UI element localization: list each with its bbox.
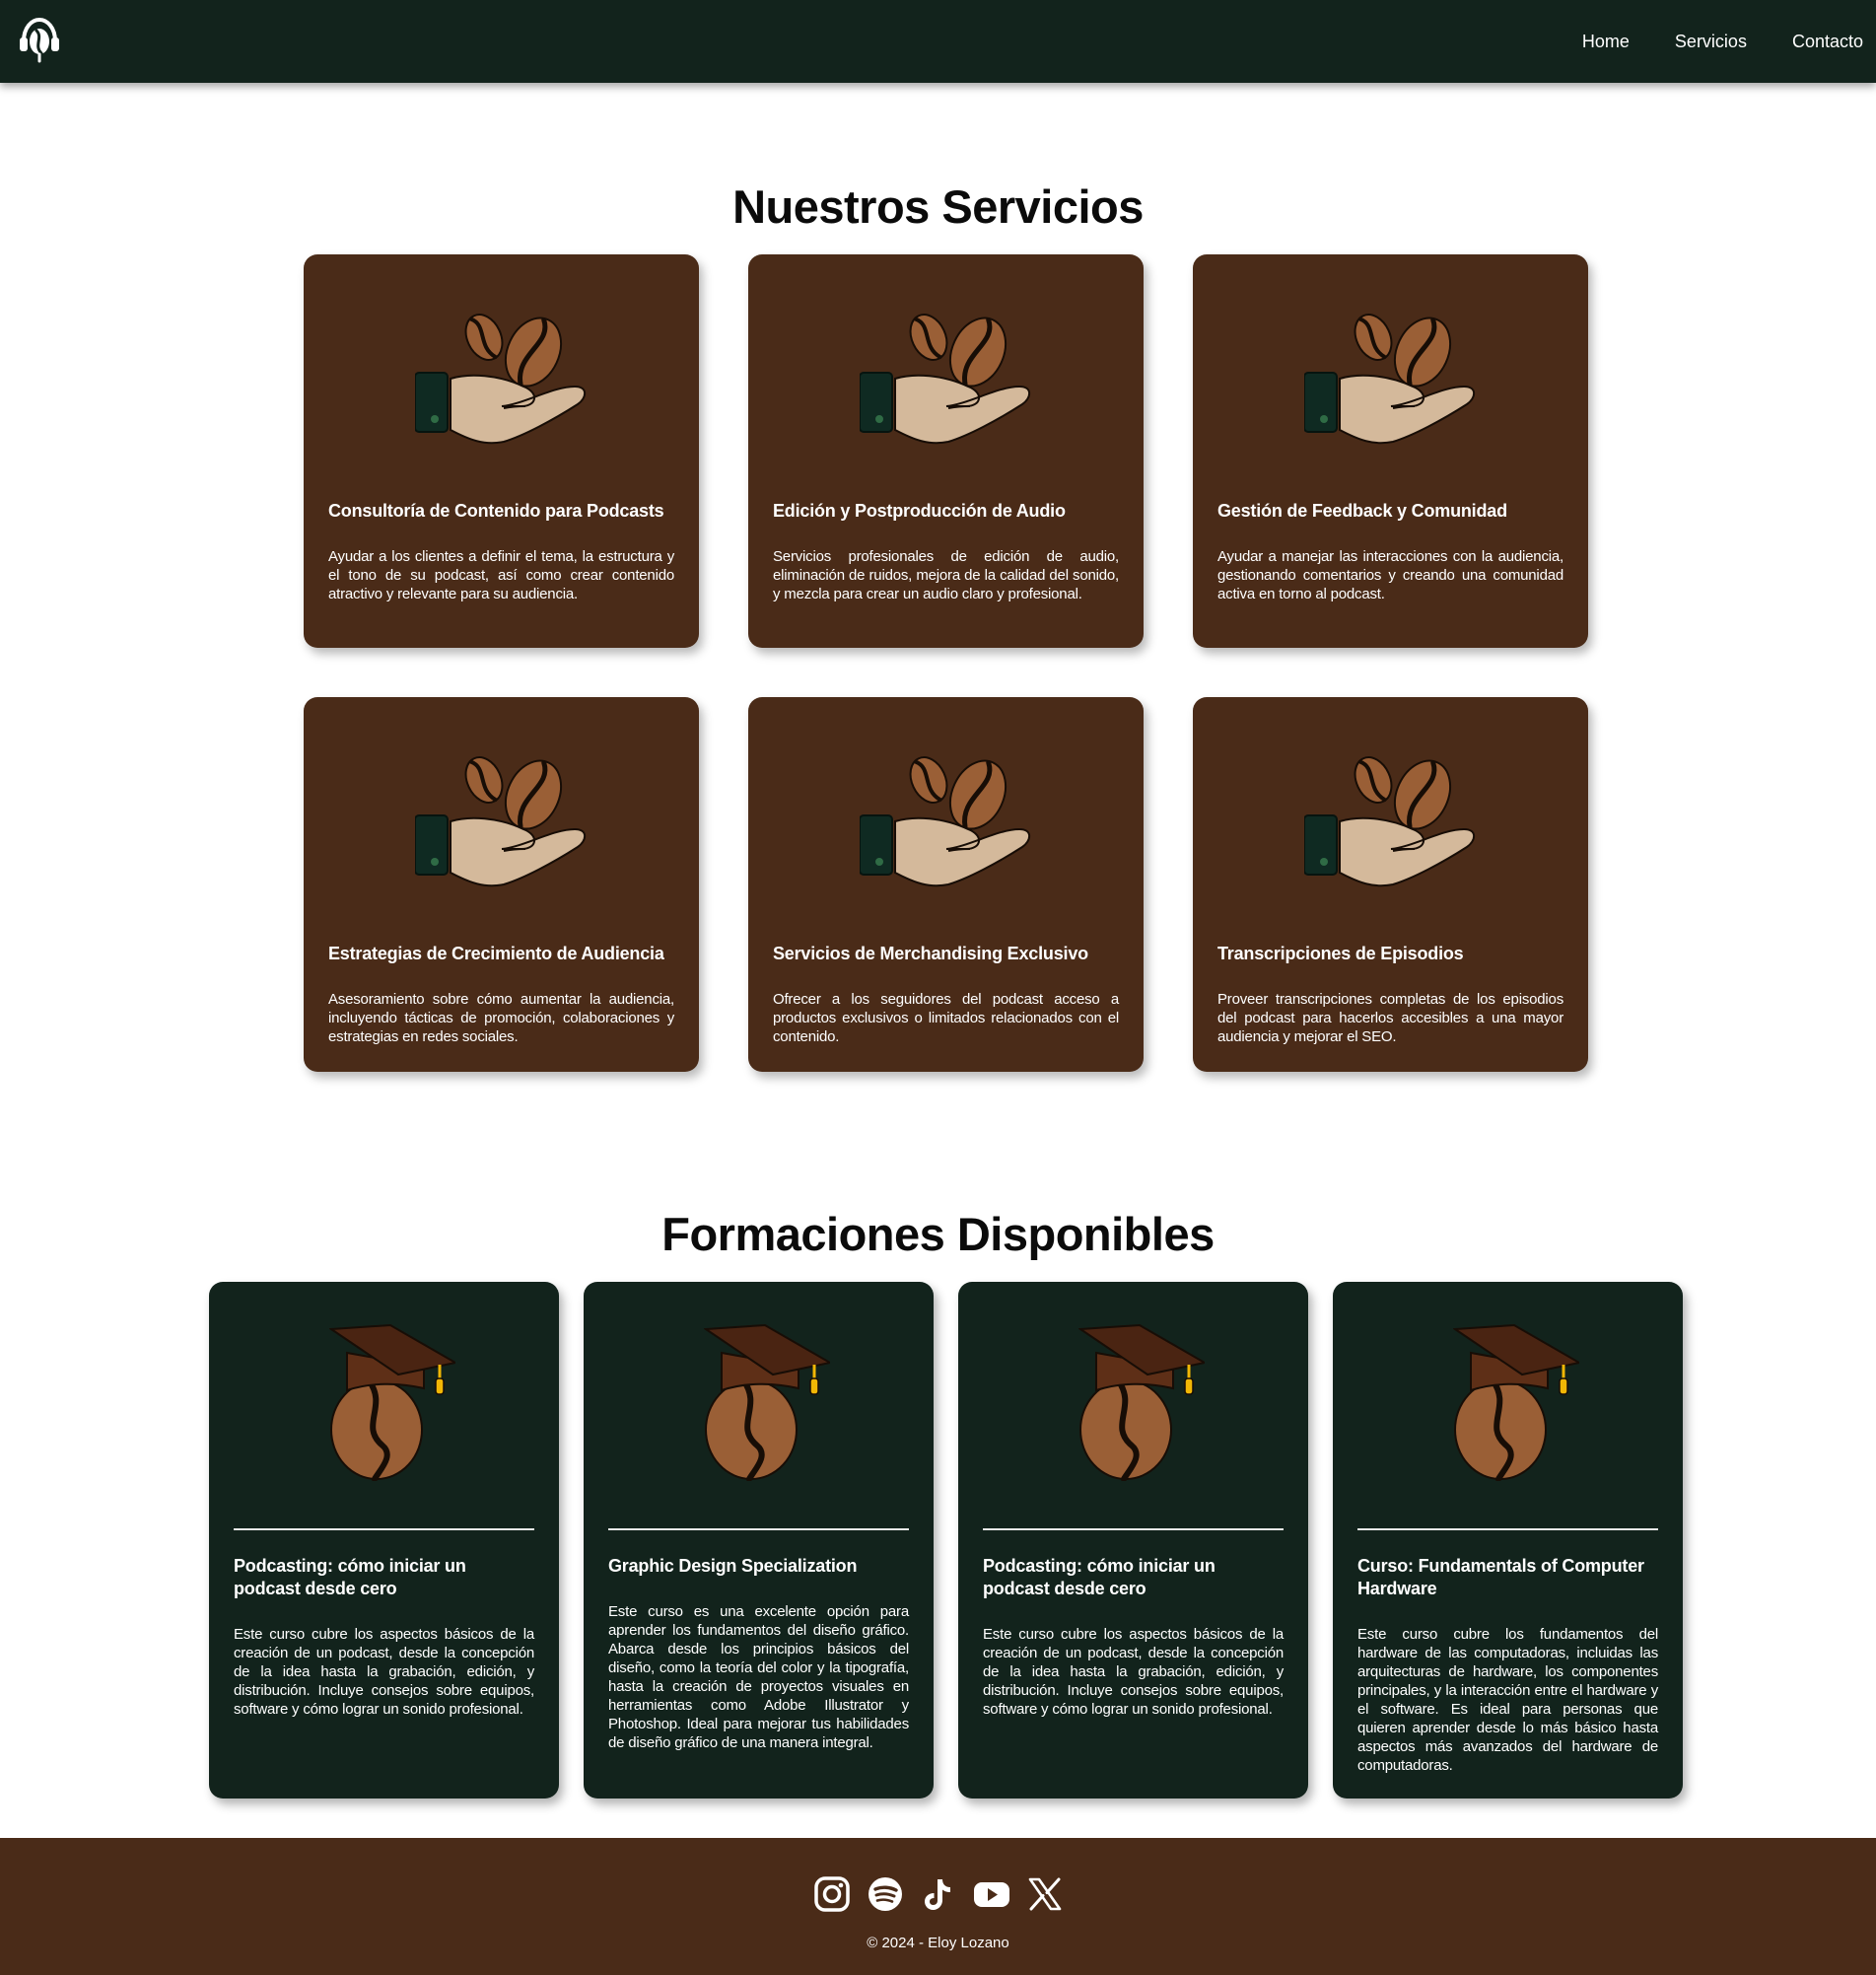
courses-section-title: Formaciones Disponibles: [661, 1208, 1215, 1260]
service-title: Consultoría de Contenido para Podcasts: [328, 501, 664, 521]
service-card[interactable]: Gestión de Feedback y Comunidad Ayudar a…: [1193, 254, 1588, 648]
course-divider: [608, 1528, 909, 1530]
service-description: Ayudar a los clientes a definir el tema,…: [328, 548, 674, 602]
service-description: Servicios profesionales de edición de au…: [773, 548, 1119, 602]
service-title: Edición y Postproducción de Audio: [773, 501, 1066, 521]
service-card[interactable]: Consultoría de Contenido para Podcasts A…: [304, 254, 699, 648]
nav-home-link[interactable]: Home: [1582, 32, 1630, 52]
course-card[interactable]: Curso: Fundamentals of Computer Hardware…: [1333, 1282, 1683, 1799]
graduation-cap-coffee-bean-icon: [329, 1323, 455, 1481]
courses-grid: Podcasting: cómo iniciar un podcast desd…: [209, 1282, 1684, 1799]
course-card[interactable]: Podcasting: cómo iniciar un podcast desd…: [209, 1282, 559, 1799]
course-title: Curso: Fundamentals of Computer Hardware: [1357, 1556, 1644, 1598]
graduation-cap-coffee-bean-icon: [1453, 1323, 1579, 1481]
course-title: Podcasting: cómo iniciar un podcast desd…: [234, 1556, 466, 1598]
service-description: Ofrecer a los seguidores del podcast acc…: [773, 991, 1119, 1045]
course-description: Este curso cubre los aspectos básicos de…: [983, 1626, 1284, 1718]
service-title: Servicios de Merchandising Exclusivo: [773, 944, 1088, 963]
spotify-icon[interactable]: [867, 1875, 904, 1913]
x-icon[interactable]: [1026, 1875, 1064, 1913]
service-description: Ayudar a manejar las interacciones con l…: [1217, 548, 1563, 602]
hand-coffee-beans-icon: [415, 750, 588, 888]
service-card[interactable]: Edición y Postproducción de Audio Servic…: [748, 254, 1144, 648]
youtube-icon[interactable]: [973, 1875, 1010, 1913]
service-title: Estrategias de Crecimiento de Audiencia: [328, 944, 664, 963]
hand-coffee-beans-icon: [1304, 750, 1477, 888]
service-description: Proveer transcripciones completas de los…: [1217, 991, 1563, 1045]
hand-coffee-beans-icon: [415, 308, 588, 446]
hand-coffee-beans-icon: [1304, 308, 1477, 446]
course-description: Este curso es una excelente opción para …: [608, 1603, 909, 1751]
course-card[interactable]: Podcasting: cómo iniciar un podcast desd…: [958, 1282, 1308, 1799]
course-title: Podcasting: cómo iniciar un podcast desd…: [983, 1556, 1216, 1598]
service-card[interactable]: Servicios de Merchandising Exclusivo Ofr…: [748, 697, 1144, 1072]
podcast-headphones-logo-icon[interactable]: [18, 16, 61, 63]
course-divider: [1357, 1528, 1658, 1530]
service-title: Gestión de Feedback y Comunidad: [1217, 501, 1507, 521]
instagram-icon[interactable]: [813, 1875, 851, 1913]
copyright-text: © 2024 - Eloy Lozano: [867, 1935, 1009, 1951]
service-card[interactable]: Estrategias de Crecimiento de Audiencia …: [304, 697, 699, 1072]
service-description: Asesoramiento sobre cómo aumentar la aud…: [328, 991, 674, 1045]
services-grid: Consultoría de Contenido para Podcasts A…: [304, 254, 1589, 1072]
course-divider: [983, 1528, 1284, 1530]
graduation-cap-coffee-bean-icon: [704, 1323, 830, 1481]
service-card[interactable]: Transcripciones de Episodios Proveer tra…: [1193, 697, 1588, 1072]
hand-coffee-beans-icon: [860, 308, 1032, 446]
tiktok-icon[interactable]: [920, 1875, 957, 1913]
social-links: [0, 1875, 1876, 1913]
top-navbar: Home Servicios Contacto: [0, 0, 1876, 83]
course-card[interactable]: Graphic Design Specialization Este curso…: [584, 1282, 934, 1799]
main-nav: Home Servicios Contacto: [1582, 0, 1863, 83]
nav-servicios-link[interactable]: Servicios: [1675, 32, 1747, 52]
hand-coffee-beans-icon: [860, 750, 1032, 888]
graduation-cap-coffee-bean-icon: [1078, 1323, 1205, 1481]
nav-contacto-link[interactable]: Contacto: [1792, 32, 1863, 52]
footer: © 2024 - Eloy Lozano: [0, 1838, 1876, 1975]
services-section-title: Nuestros Servicios: [732, 180, 1144, 233]
course-description: Este curso cubre los aspectos básicos de…: [234, 1626, 534, 1718]
course-title: Graphic Design Specialization: [608, 1556, 858, 1576]
course-description: Este curso cubre los fundamentos del har…: [1357, 1626, 1658, 1774]
service-title: Transcripciones de Episodios: [1217, 944, 1464, 963]
course-divider: [234, 1528, 534, 1530]
